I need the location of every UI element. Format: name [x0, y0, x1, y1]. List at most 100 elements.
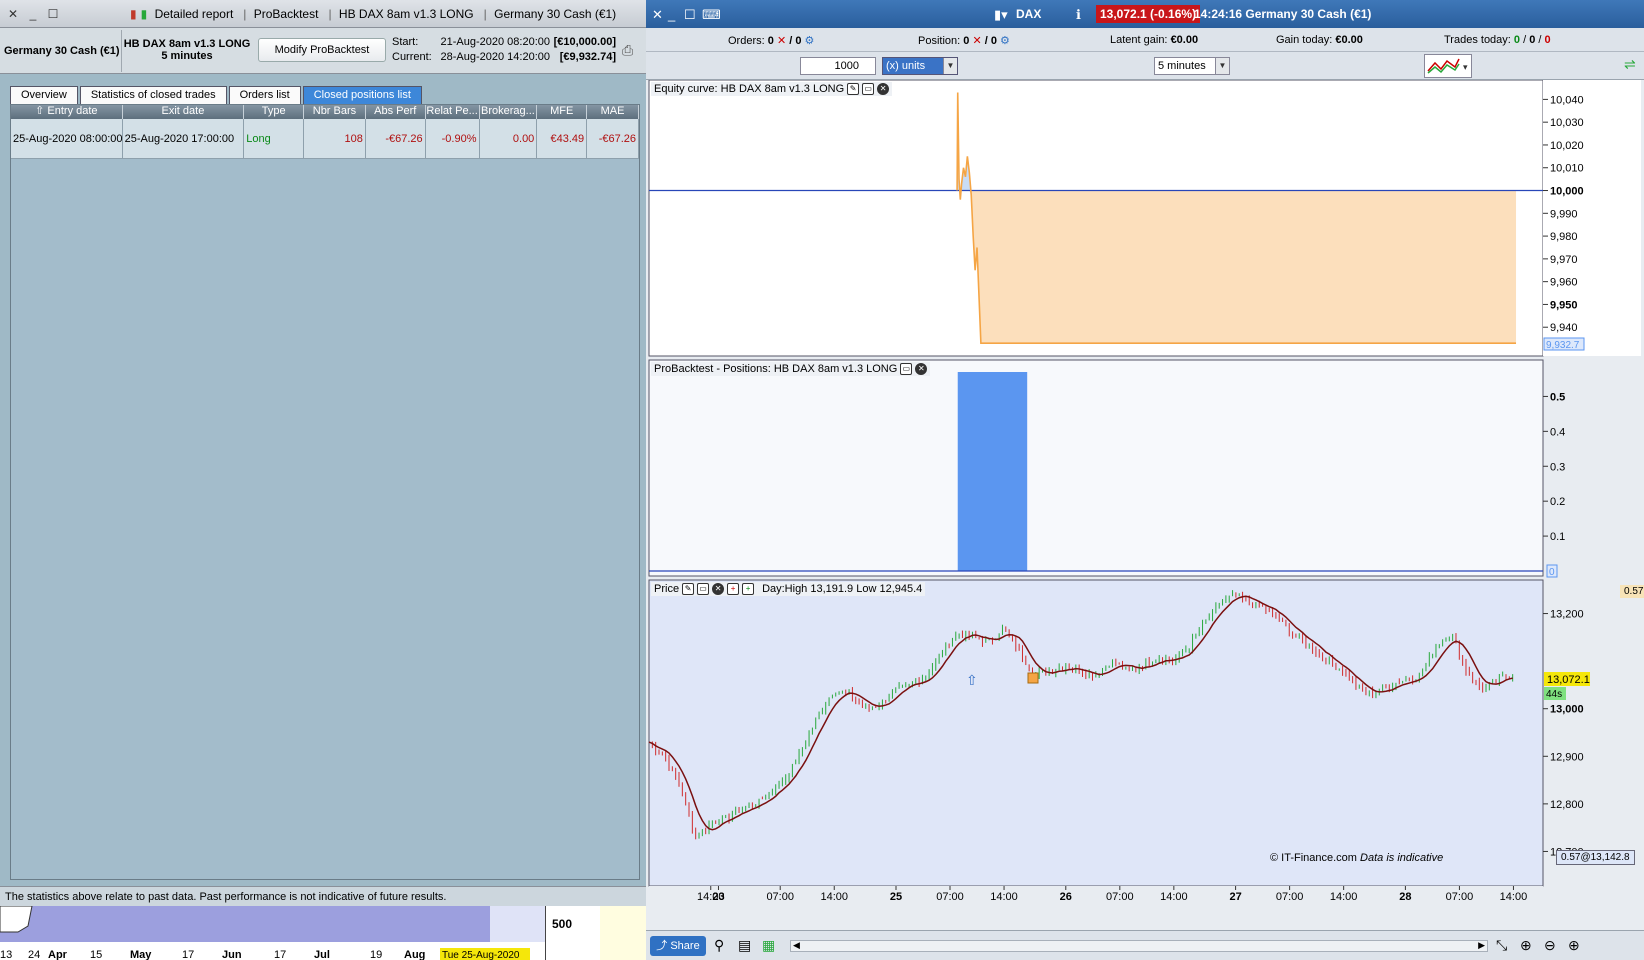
col-brokerage[interactable]: Brokerag... — [480, 105, 538, 119]
copyright-text: © IT-Finance.com — [1270, 852, 1357, 864]
buy-arrow-icon[interactable]: ⇧ — [966, 673, 978, 689]
keyboard-icon[interactable]: ⌨ — [702, 7, 721, 23]
mini-right-pane — [600, 906, 646, 960]
close-panel-icon[interactable]: ✕ — [877, 83, 890, 95]
window-icon[interactable]: ▭ — [900, 363, 913, 375]
horizontal-scrollbar[interactable]: ◀ ▶ — [790, 940, 1488, 952]
left-window-title: ▮ ▮ Detailed report | ProBacktest | HB DAX … — [130, 7, 617, 21]
tab-overview[interactable]: Overview — [10, 86, 78, 104]
price-label-text: Price — [654, 583, 680, 595]
zoom-in-icon[interactable]: ⊕ — [1568, 937, 1580, 954]
units-select[interactable]: (x) units ▼ — [882, 57, 958, 75]
window-icon[interactable]: ▭ — [697, 583, 710, 595]
orders-cancel-icon[interactable]: ✕ — [777, 35, 786, 47]
positions-y-axis: 0.5 0.4 0.3 0.2 0.1 — [1543, 391, 1565, 543]
drawing-icon[interactable]: ▦ — [762, 937, 775, 954]
col-entry-date[interactable]: ⇧ Entry date — [11, 105, 123, 119]
tab-closed-positions-list[interactable]: Closed positions list — [302, 86, 422, 104]
col-abs-perf[interactable]: Abs Perf — [366, 105, 426, 119]
col-mae[interactable]: MAE — [587, 105, 639, 119]
printer-icon[interactable]: ⎙ — [622, 42, 640, 58]
backtest-dates: Start: 21-Aug-2020 08:20:00 [€10,000.00]… — [392, 36, 616, 66]
x-tick-label: 07:00 — [766, 891, 794, 903]
cell-entry-date: 25-Aug-2020 08:00:00 — [11, 119, 123, 158]
trades-today: Trades today: 0 / 0 / 0 — [1444, 34, 1551, 46]
wrench-icon[interactable]: ✎ — [847, 83, 860, 95]
maximize-icon[interactable]: ☐ — [684, 7, 696, 23]
exit-marker-icon[interactable] — [1027, 672, 1039, 684]
report-icon: ▮ — [130, 7, 137, 21]
timeframe-select[interactable]: 5 minutes ▼ — [1154, 57, 1230, 75]
minimize-icon[interactable]: _ — [668, 7, 675, 22]
modify-probacktest-button[interactable]: Modify ProBacktest — [258, 38, 386, 62]
mini-tick: Jun — [222, 949, 242, 960]
window-icon[interactable]: ▭ — [862, 83, 875, 95]
scroll-left-icon[interactable]: ◀ — [793, 940, 800, 951]
chart-style-button[interactable]: ▾ — [1424, 54, 1472, 78]
indicator-icon[interactable]: ⚲ — [714, 937, 724, 954]
equity-tick-label: 10,020 — [1550, 140, 1584, 152]
trades-won: 0 — [1513, 34, 1521, 46]
equity-label-text: Equity curve: HB DAX 8am v1.3 LONG — [654, 83, 845, 95]
mini-overview-chart[interactable]: 500 13 24 Apr 15 May 17 Jun 17 Jul 19 Au… — [0, 906, 646, 960]
candlestick-icon[interactable]: ▮▾ — [994, 7, 1008, 23]
minimize-icon[interactable]: _ — [26, 7, 40, 21]
tab-orders-list[interactable]: Orders list — [228, 86, 301, 104]
strategy-box: HB DAX 8am v1.3 LONG 5 minutes — [122, 30, 252, 72]
position-settings-icon[interactable]: ⚙ — [1000, 35, 1010, 47]
scroll-right-icon[interactable]: ▶ — [1478, 940, 1485, 951]
close-icon[interactable]: ✕ — [652, 7, 663, 23]
x-tick-label: 07:00 — [1106, 891, 1134, 903]
position-cancel-icon[interactable]: ✕ — [972, 35, 981, 47]
table-row[interactable]: 25-Aug-2020 08:00:00 25-Aug-2020 17:00:0… — [11, 119, 639, 159]
col-mfe[interactable]: MFE — [537, 105, 588, 119]
position-total: / 0 — [984, 35, 997, 47]
tab-statistics-closed-trades[interactable]: Statistics of closed trades — [79, 86, 227, 104]
alert-icon[interactable]: ⇌ — [1624, 56, 1636, 73]
col-type[interactable]: Type — [244, 105, 305, 119]
close-panel-icon[interactable]: ✕ — [712, 583, 725, 595]
close-icon[interactable]: ✕ — [6, 7, 20, 21]
x-tick-label: 14:00 — [1500, 891, 1528, 903]
positions-tick-label: 0.4 — [1550, 426, 1565, 438]
sell-icon[interactable]: + — [727, 583, 740, 595]
cell-type: Long — [244, 119, 305, 158]
col-nbr-bars[interactable]: Nbr Bars — [304, 105, 366, 119]
equity-tick-label: 9,940 — [1550, 322, 1578, 334]
equity-tick-label: 10,030 — [1550, 117, 1584, 129]
latent-value: €0.00 — [1170, 34, 1199, 46]
trades-neutral: 0 — [1529, 34, 1536, 46]
price-panel-label: Price ✎ ▭ ✕ + + Day:High 13,191.9 Low 12… — [651, 582, 926, 596]
report-tabs: Overview Statistics of closed trades Ord… — [10, 86, 424, 104]
col-relat-perf[interactable]: Relat Pe... — [426, 105, 480, 119]
title-strategy: HB DAX 8am v1.3 LONG — [338, 7, 474, 21]
col-exit-date[interactable]: Exit date — [123, 105, 245, 119]
wrench-icon[interactable]: ✎ — [682, 583, 695, 595]
buy-icon[interactable]: + — [742, 583, 755, 595]
zoom-out-icon[interactable]: ⊖ — [1544, 937, 1556, 954]
zoom-fit-icon[interactable]: ⊕ — [1520, 937, 1532, 954]
chart-time-title: 14:24:16 Germany 30 Cash (€1) — [1194, 7, 1372, 21]
charts-area[interactable]: 10,040 10,030 10,020 10,010 10,000 9,990 9,980… — [646, 80, 1644, 930]
strategy-timeframe: 5 minutes — [161, 50, 213, 62]
current-date: 28-Aug-2020 14:20:00 — [440, 51, 550, 63]
close-panel-icon[interactable]: ✕ — [915, 363, 928, 375]
x-tick-label: 14:00 — [1160, 891, 1188, 903]
share-label: Share — [670, 940, 700, 952]
autoscale-icon[interactable]: ⤡ — [1496, 937, 1507, 954]
mini-tick: 19 — [370, 949, 382, 960]
position-bar[interactable] — [957, 372, 1028, 571]
share-button[interactable]: ⤴ Share — [650, 936, 706, 956]
orders-settings-icon[interactable]: ⚙ — [805, 35, 815, 47]
x-tick-label: 07:00 — [936, 891, 964, 903]
x-tick-label: 25 — [890, 891, 902, 903]
chart-symbol[interactable]: DAX — [1016, 7, 1041, 21]
price-change-badge: 13,072.1 (-0.16%) — [1096, 5, 1201, 23]
cell-brokerage: 0.00 — [480, 119, 538, 158]
maximize-icon[interactable]: ☐ — [46, 7, 60, 21]
sort-up-icon: ⇧ — [35, 105, 48, 117]
info-icon[interactable]: ℹ — [1076, 7, 1081, 23]
template-icon[interactable]: ▤ — [738, 937, 751, 954]
quantity-stepper[interactable] — [800, 57, 876, 75]
mini-chart-svg: 500 13 24 Apr 15 May 17 Jun 17 Jul 19 Au… — [0, 906, 646, 960]
